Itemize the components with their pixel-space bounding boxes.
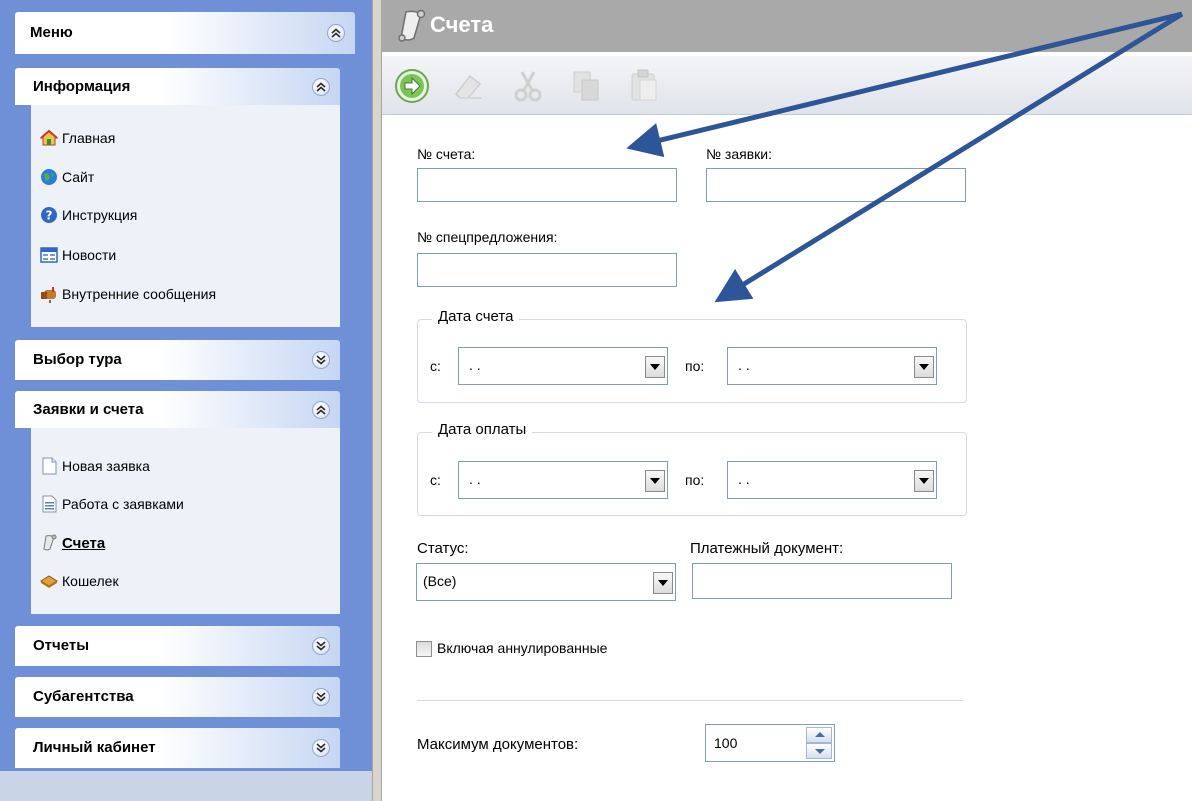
payment-date-from-label: с: [430, 472, 441, 488]
menu-title: Меню [30, 24, 73, 41]
sidebar-item-invoices-label: Счета [62, 535, 106, 552]
sidebar: Меню Информация Главная Сайт ? Инструкция… [0, 0, 372, 801]
section-subagencies-header[interactable]: Субагентства [15, 677, 340, 717]
sidebar-item-site[interactable]: Сайт [40, 166, 94, 188]
sidebar-item-manage-requests[interactable]: Работа с заявками [40, 493, 184, 515]
dropdown-arrow-icon[interactable] [653, 572, 673, 594]
sidebar-item-manual[interactable]: ? Инструкция [40, 204, 137, 226]
request-no-input[interactable] [706, 168, 966, 202]
include-cancelled-label[interactable]: Включая аннулированные [437, 640, 607, 656]
wallet-icon [40, 572, 58, 590]
invoice-no-input[interactable] [417, 168, 677, 202]
max-docs-label: Максимум документов: [417, 736, 579, 753]
dropdown-arrow-icon[interactable] [645, 470, 665, 492]
document-list-icon [40, 495, 58, 513]
section-info-body: Главная Сайт ? Инструкция Новости Внутрен… [31, 105, 340, 327]
invoice-no-label: № счета: [417, 146, 476, 162]
special-offer-label: № спецпредложения: [417, 229, 558, 245]
home-icon [39, 129, 59, 147]
menu-header[interactable]: Меню [15, 12, 355, 54]
invoice-date-to-picker[interactable]: . . [727, 347, 937, 385]
invoice-date-from-label: с: [430, 358, 441, 374]
spin-down-icon[interactable] [806, 743, 832, 759]
expand-icon[interactable] [312, 637, 330, 655]
section-tour-header[interactable]: Выбор тура [15, 340, 340, 380]
invoice-date-to-label: по: [685, 358, 705, 374]
dropdown-arrow-icon[interactable] [645, 356, 665, 378]
collapse-icon[interactable] [312, 77, 330, 96]
toolbar [382, 56, 1192, 115]
cut-icon[interactable] [510, 68, 546, 104]
expand-icon[interactable] [312, 688, 330, 706]
spin-up-icon[interactable] [806, 727, 832, 743]
divider-line [417, 700, 963, 701]
splitter[interactable] [372, 0, 382, 801]
page-header: Счета [382, 0, 1192, 52]
sidebar-item-wallet[interactable]: Кошелек [40, 570, 119, 592]
section-reports-header[interactable]: Отчеты [15, 626, 340, 666]
payment-doc-label: Платежный документ: [690, 540, 844, 557]
dropdown-arrow-icon[interactable] [914, 356, 934, 378]
page-title: Счета [430, 12, 494, 37]
section-orders-body: Новая заявка Работа с заявками Счета Кош… [31, 428, 340, 614]
section-orders-title: Заявки и счета [33, 401, 144, 418]
max-docs-stepper[interactable]: 100 [705, 724, 835, 762]
collapse-icon[interactable] [327, 24, 345, 42]
scroll-icon [40, 534, 58, 552]
sidebar-item-messages[interactable]: Внутренние сообщения [40, 283, 216, 305]
payment-doc-input[interactable] [692, 563, 952, 599]
status-select[interactable]: (Все) [416, 563, 676, 601]
sidebar-item-news[interactable]: Новости [40, 244, 116, 266]
section-subagencies-title: Субагентства [33, 688, 134, 705]
copy-icon[interactable] [568, 68, 604, 104]
mailbox-icon [40, 285, 58, 303]
payment-date-to-picker[interactable]: . . [727, 461, 937, 499]
sidebar-item-home[interactable]: Главная [39, 127, 115, 149]
section-orders-header[interactable]: Заявки и счета [15, 391, 340, 428]
news-icon [40, 246, 58, 264]
special-offer-input[interactable] [417, 253, 677, 287]
request-no-label: № заявки: [706, 146, 772, 162]
svg-text:?: ? [46, 209, 53, 223]
status-label: Статус: [417, 540, 469, 557]
invoice-date-title: Дата счета [432, 308, 520, 325]
help-icon: ? [40, 206, 58, 224]
section-tour-title: Выбор тура [33, 351, 122, 368]
sidebar-item-new-request[interactable]: Новая заявка [40, 455, 150, 477]
collapse-icon[interactable] [312, 400, 330, 419]
invoice-date-from-picker[interactable]: . . [458, 347, 668, 385]
dropdown-arrow-icon[interactable] [914, 470, 934, 492]
section-reports-title: Отчеты [33, 637, 90, 654]
expand-icon[interactable] [312, 351, 330, 369]
section-info-title: Информация [33, 78, 131, 95]
sidebar-item-invoices[interactable]: Счета [40, 532, 105, 554]
eraser-icon[interactable] [450, 68, 486, 104]
max-docs-value: 100 [714, 735, 738, 751]
globe-icon [40, 168, 58, 186]
payment-date-to-label: по: [685, 472, 705, 488]
section-account-header[interactable]: Личный кабинет [15, 728, 340, 768]
payment-date-title: Дата оплаты [432, 421, 533, 438]
go-icon[interactable] [394, 68, 430, 104]
paste-icon[interactable] [626, 68, 662, 104]
expand-icon[interactable] [312, 739, 330, 757]
payment-date-from-picker[interactable]: . . [458, 461, 668, 499]
section-info-header[interactable]: Информация [15, 68, 340, 105]
section-account-title: Личный кабинет [33, 739, 156, 756]
include-cancelled-checkbox[interactable] [416, 641, 432, 657]
scroll-icon [396, 9, 426, 43]
document-icon [40, 457, 58, 475]
